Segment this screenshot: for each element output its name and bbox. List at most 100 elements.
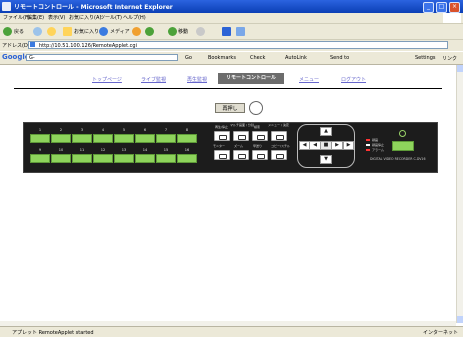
- search-button[interactable]: [252, 131, 268, 141]
- search-icon[interactable]: [47, 27, 56, 36]
- status-bar: アプレット RemoteApplet started インターネット: [0, 326, 463, 337]
- check-button[interactable]: Check: [250, 55, 265, 61]
- address-input[interactable]: http://10.51.100.126/RemoteApplet.cgi: [28, 41, 448, 49]
- channel-button-13[interactable]: [114, 154, 134, 163]
- zoom-button[interactable]: [233, 150, 249, 160]
- media-label[interactable]: メディア: [110, 28, 130, 35]
- back-arrow-icon[interactable]: [3, 27, 12, 36]
- nav-live-monitor[interactable]: ライブ監視: [141, 76, 166, 83]
- channel-number: 1: [38, 128, 42, 132]
- func-label: 検索: [254, 125, 261, 129]
- autolink-button[interactable]: AutoLink: [285, 55, 307, 61]
- channel-number: 11: [79, 148, 85, 152]
- address-label: アドレス(D): [2, 43, 30, 49]
- nav-remote-control[interactable]: リモートコントロール: [218, 73, 284, 84]
- menu-tools[interactable]: ツール(T): [100, 14, 122, 21]
- word-icon[interactable]: [222, 27, 231, 36]
- address-bar: アドレス(D) http://10.51.100.126/RemoteApple…: [0, 40, 463, 51]
- channel-number: 7: [164, 128, 168, 132]
- forward-arrow-icon[interactable]: [33, 27, 42, 36]
- nav-playback[interactable]: 再生監視: [187, 76, 207, 83]
- legend-record: 録画: [372, 138, 379, 142]
- refresh-icon[interactable]: [145, 27, 154, 36]
- right-arrow-icon[interactable]: ▶: [331, 141, 343, 150]
- maximize-button[interactable]: □: [436, 2, 447, 13]
- channel-button-15[interactable]: [156, 154, 176, 163]
- go-label[interactable]: 移動: [178, 28, 188, 35]
- menu-button[interactable]: [271, 131, 287, 141]
- favorites-star-icon[interactable]: [63, 27, 72, 36]
- channel-button-12[interactable]: [93, 154, 113, 163]
- menu-view[interactable]: 表示(V): [48, 14, 65, 21]
- bookmarks-button[interactable]: Bookmarks: [208, 55, 236, 61]
- scroll-down-icon[interactable]: [457, 316, 463, 323]
- scroll-up-icon[interactable]: [457, 65, 463, 72]
- page-favicon-icon: [30, 42, 35, 47]
- google-search-input[interactable]: G-: [26, 54, 178, 61]
- record-indicator-icon: [366, 139, 370, 141]
- up-arrow-icon[interactable]: ▲: [320, 127, 332, 136]
- resend-button[interactable]: 再押し: [215, 103, 245, 113]
- channel-button-11[interactable]: [72, 154, 92, 163]
- channel-button-4[interactable]: [93, 134, 113, 143]
- channel-number: 3: [80, 128, 84, 132]
- legend-record-stop: 録画停止: [372, 143, 385, 147]
- channel-number: 15: [163, 148, 169, 152]
- mail-icon[interactable]: [236, 27, 245, 36]
- channel-button-14[interactable]: [135, 154, 155, 163]
- channel-number: 4: [101, 128, 105, 132]
- power-button[interactable]: [392, 141, 414, 151]
- menu-favorites[interactable]: お気に入り(A): [69, 14, 101, 21]
- channel-number: 5: [122, 128, 126, 132]
- channel-button-16[interactable]: [177, 154, 197, 163]
- channel-button-8[interactable]: [177, 134, 197, 143]
- channel-button-3[interactable]: [72, 134, 92, 143]
- forward-right-icon[interactable]: ▶: [343, 141, 354, 150]
- history-icon[interactable]: [132, 27, 141, 36]
- go-icon[interactable]: [168, 27, 177, 36]
- channel-button-9[interactable]: [30, 154, 50, 163]
- favorites-label[interactable]: お気に入り: [74, 28, 99, 35]
- minimize-button[interactable]: _: [423, 2, 434, 13]
- standard-toolbar: 戻る お気に入り メディア 移動: [0, 24, 463, 40]
- channel-number: 2: [59, 128, 63, 132]
- legend-alarm: アラーム: [372, 148, 384, 152]
- nav-menu[interactable]: メニュー: [299, 76, 319, 83]
- playback-button[interactable]: [214, 131, 230, 141]
- channel-number: 8: [185, 128, 189, 132]
- vertical-scrollbar[interactable]: [456, 65, 463, 323]
- channel-number: 13: [121, 148, 127, 152]
- media-icon[interactable]: [99, 27, 108, 36]
- menu-edit[interactable]: 編集(E): [27, 14, 44, 21]
- back-label[interactable]: 戻る: [14, 28, 24, 35]
- channel-button-2[interactable]: [51, 134, 71, 143]
- nav-divider: [14, 88, 442, 89]
- security-zone: インターネット: [422, 330, 458, 336]
- close-button[interactable]: ×: [449, 2, 460, 13]
- channel-button-6[interactable]: [135, 134, 155, 143]
- func-label: 早送り: [253, 144, 263, 148]
- channel-number: 16: [184, 148, 190, 152]
- menu-help[interactable]: ヘルプ(H): [123, 14, 146, 21]
- multiscreen-button[interactable]: [233, 131, 249, 141]
- channel-button-5[interactable]: [114, 134, 134, 143]
- title-bar: リモートコントロール - Microsoft Internet Explorer…: [0, 0, 463, 13]
- settings-button[interactable]: Settings: [415, 55, 436, 61]
- google-go-button[interactable]: Go: [185, 55, 192, 61]
- func-label: 再生/停止: [215, 125, 229, 129]
- sendto-button[interactable]: Send to: [330, 55, 349, 61]
- links-button[interactable]: リンク: [442, 55, 457, 62]
- monitor-button[interactable]: [214, 150, 230, 160]
- window-title: リモートコントロール - Microsoft Internet Explorer: [14, 4, 173, 11]
- down-arrow-icon[interactable]: ▼: [320, 155, 332, 164]
- copy-still-button[interactable]: [271, 150, 287, 160]
- channel-button-10[interactable]: [51, 154, 71, 163]
- stop-icon[interactable]: [196, 27, 205, 36]
- nav-top-page[interactable]: トップページ: [92, 76, 122, 83]
- menu-file[interactable]: ファイル(F): [3, 14, 30, 21]
- nav-logout[interactable]: ログアウト: [341, 76, 366, 83]
- channel-button-7[interactable]: [156, 134, 176, 143]
- channel-button-1[interactable]: [30, 134, 50, 143]
- fast-forward-button[interactable]: [252, 150, 268, 160]
- func-label: モニター: [213, 144, 226, 148]
